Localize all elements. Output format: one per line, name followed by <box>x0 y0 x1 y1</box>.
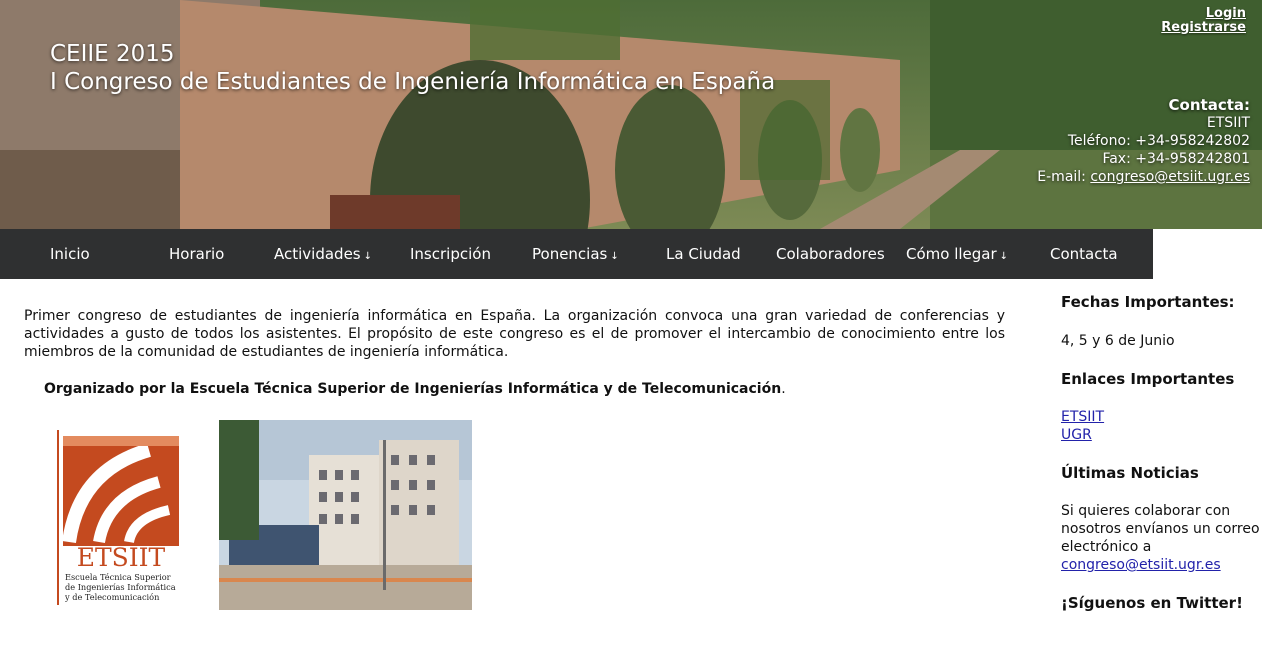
etsiit-logo-graphic: ETSIIT Escuela Técnica Superior de Ingen… <box>62 436 179 602</box>
nav-item-inscripcion[interactable]: Inscripción <box>410 245 491 263</box>
nav-label: Ponencias <box>532 245 608 263</box>
nav-label: Cómo llegar <box>906 245 997 263</box>
nav-item-inicio[interactable]: Inicio <box>50 245 90 263</box>
register-link[interactable]: Registrarse <box>1161 21 1246 35</box>
contact-email-link[interactable]: congreso@etsiit.ugr.es <box>1090 169 1250 185</box>
nav-label: Colaboradores <box>776 245 885 263</box>
sidebar: Fechas Importantes: 4, 5 y 6 de Junio En… <box>1061 293 1261 612</box>
site-title-acronym: CEIIE 2015 <box>50 41 175 67</box>
building-image <box>219 420 472 610</box>
twitter-heading: ¡Síguenos en Twitter! <box>1061 594 1243 612</box>
news-email-link[interactable]: congreso@etsiit.ugr.es <box>1061 556 1261 574</box>
arrow-down-icon: ↓ <box>999 251 1009 262</box>
intro-paragraph: Primer congreso de estudiantes de ingeni… <box>24 308 1005 360</box>
nav-item-contacta[interactable]: Contacta <box>1050 245 1118 263</box>
nav-item-ponencias[interactable]: Ponencias ↓ <box>532 245 619 263</box>
nav-label: Contacta <box>1050 245 1118 263</box>
nav-label: Inicio <box>50 245 90 263</box>
school-building-photo <box>219 420 472 610</box>
contact-email-label: E-mail: <box>1037 169 1091 185</box>
nav-item-colaboradores[interactable]: Colaboradores <box>776 245 885 263</box>
login-link[interactable]: Login <box>1161 7 1246 21</box>
contact-email-row: E-mail: congreso@etsiit.ugr.es <box>1037 168 1250 186</box>
organizer-period: . <box>781 381 786 397</box>
etsiit-logo: ETSIIT Escuela Técnica Superior de Ingen… <box>57 430 182 605</box>
arrow-down-icon: ↓ <box>610 251 619 262</box>
nav-item-horario[interactable]: Horario <box>169 245 224 263</box>
contact-org: ETSIIT <box>1206 115 1250 131</box>
header-contact: Contacta: ETSIIT Teléfono: +34-958242802… <box>1037 96 1250 186</box>
news-heading: Últimas Noticias <box>1061 464 1199 482</box>
logo-line-3: y de Telecomunicación <box>64 592 160 602</box>
contact-phone: Teléfono: +34-958242802 <box>1067 133 1250 149</box>
site-title: CEIIE 2015 I Congreso de Estudiantes de … <box>50 40 775 96</box>
contact-fax: Fax: +34-958242801 <box>1102 151 1250 167</box>
nav-label: Inscripción <box>410 245 491 263</box>
logo-line-1: Escuela Técnica Superior <box>65 572 171 582</box>
dates-heading: Fechas Importantes: <box>1061 293 1235 311</box>
organizer-text: Organizado por la Escuela Técnica Superi… <box>44 381 786 397</box>
nav-item-como-llegar[interactable]: Cómo llegar ↓ <box>906 245 1008 263</box>
auth-links: Login Registrarse <box>1161 7 1246 35</box>
links-heading: Enlaces Importantes <box>1061 370 1235 388</box>
link-etsiit[interactable]: ETSIIT <box>1061 408 1261 426</box>
organizer-name: Organizado por la Escuela Técnica Superi… <box>44 381 782 397</box>
site-title-full: I Congreso de Estudiantes de Ingeniería … <box>50 69 776 95</box>
main-nav: Inicio Horario Actividades ↓ Inscripción … <box>0 229 1153 279</box>
nav-label: Actividades <box>274 245 361 263</box>
logo-line-2: de Ingenierías Informática <box>65 582 176 592</box>
link-ugr[interactable]: UGR <box>1061 426 1261 444</box>
news-text: Si quieres colaborar con nosotros envían… <box>1061 503 1260 555</box>
contact-title: Contacta: <box>1168 96 1250 114</box>
nav-item-la-ciudad[interactable]: La Ciudad <box>666 245 741 263</box>
arrow-down-icon: ↓ <box>363 251 373 262</box>
dates-text: 4, 5 y 6 de Junio <box>1061 333 1175 349</box>
nav-label: Horario <box>169 245 225 263</box>
header-banner: CEIIE 2015 I Congreso de Estudiantes de … <box>0 0 1262 229</box>
nav-item-actividades[interactable]: Actividades ↓ <box>274 245 372 263</box>
nav-label: La Ciudad <box>666 245 741 263</box>
logo-acronym: ETSIIT <box>77 543 166 572</box>
